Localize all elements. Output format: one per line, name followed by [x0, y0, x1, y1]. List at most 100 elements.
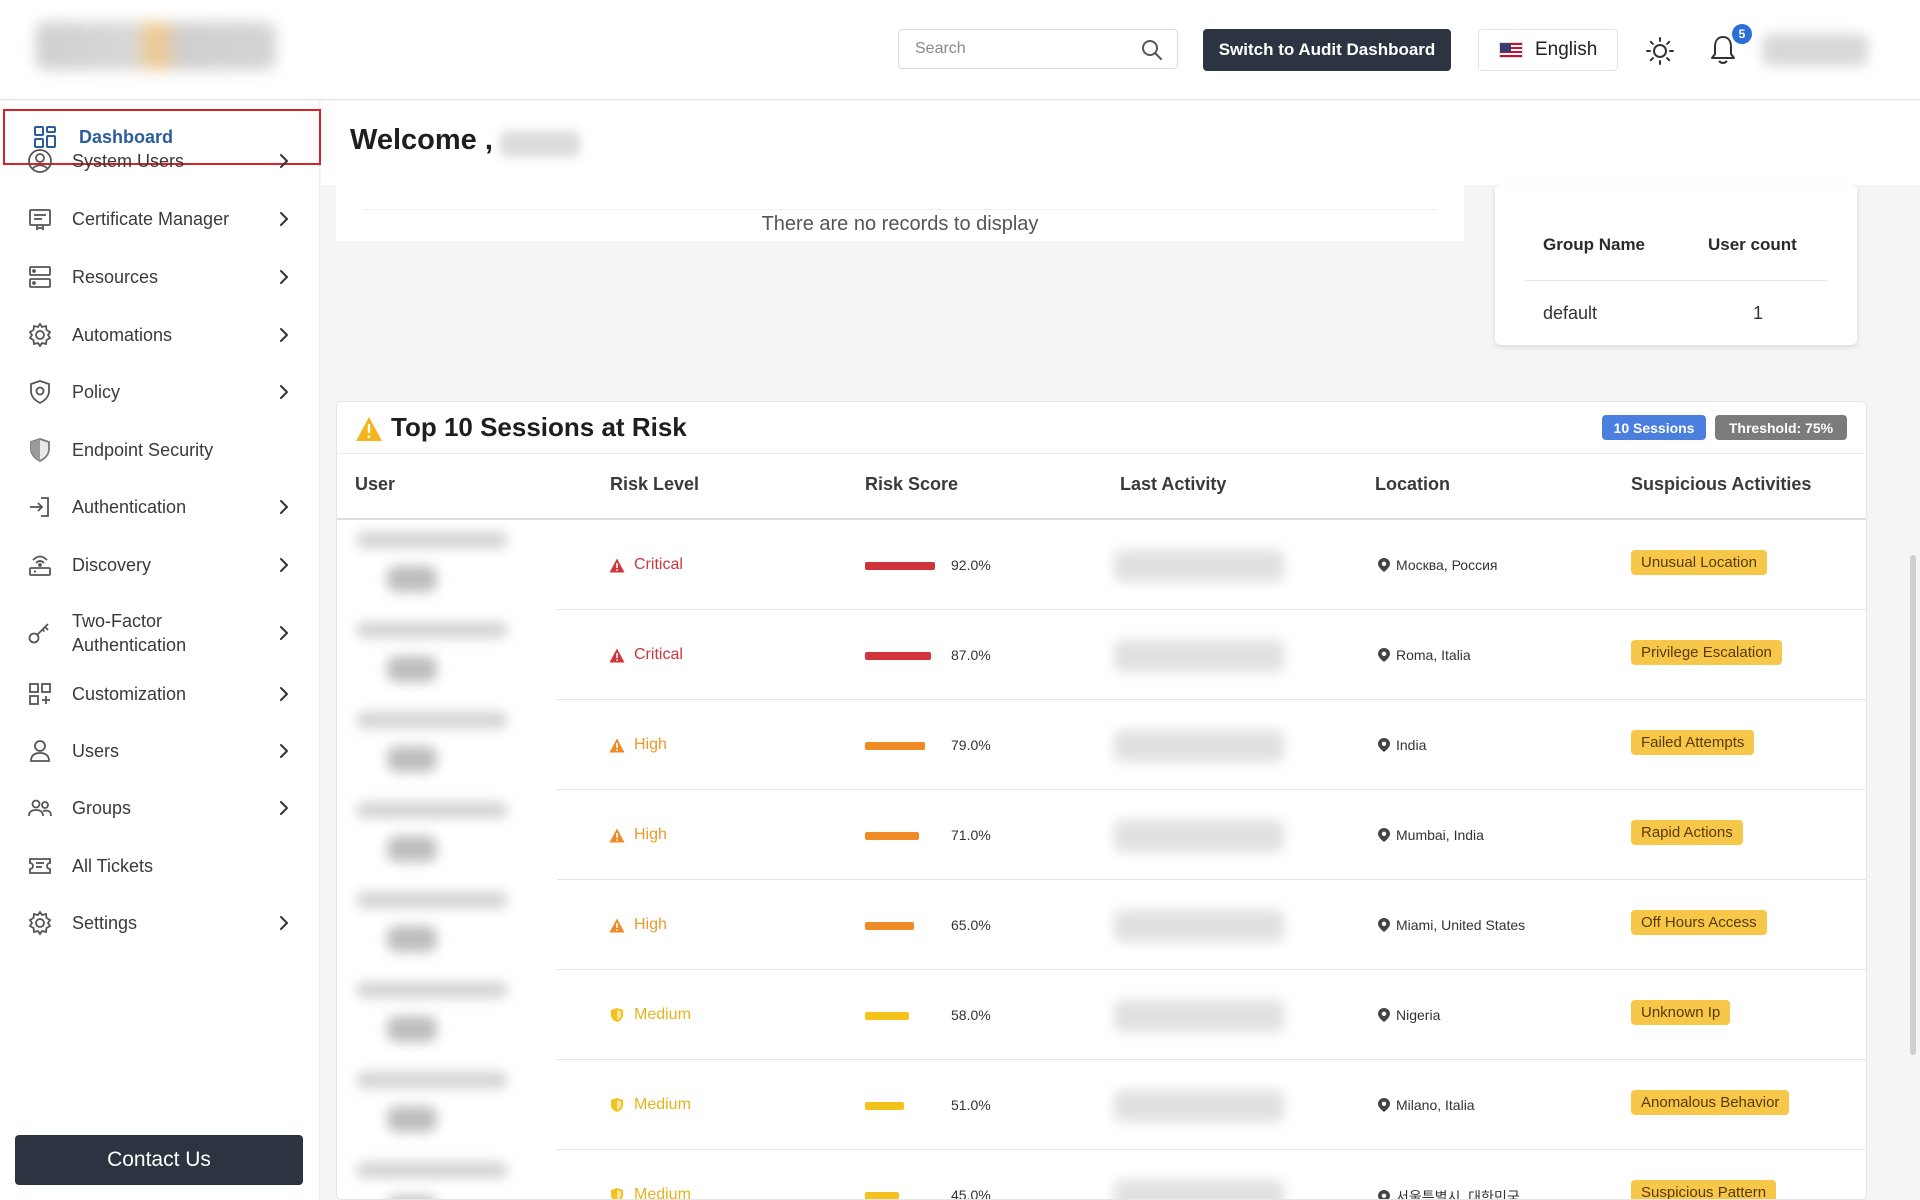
risk-level-label: Medium — [634, 1096, 691, 1113]
table-row[interactable]: Medium 58.0% Nigeria Unknown Ip — [337, 970, 1866, 1060]
user-cell[interactable] — [357, 798, 517, 870]
search-icon[interactable] — [1141, 39, 1163, 66]
shield-icon — [609, 1007, 625, 1023]
chevron-right-icon[interactable] — [276, 269, 292, 285]
user-cell[interactable] — [357, 888, 517, 960]
user-profile-menu[interactable] — [1762, 34, 1868, 66]
location-label: Nigeria — [1396, 1007, 1441, 1023]
table-row[interactable]: Medium 45.0% 서울특별시, 대한민국 Suspicious Pattern — [337, 1150, 1866, 1199]
sidebar-item-authentication[interactable]: Authentication — [0, 485, 320, 529]
table-row[interactable]: Critical 92.0% Москва, Россия Unusual Locat… — [337, 520, 1866, 610]
gear-icon — [26, 321, 54, 349]
last-activity-cell — [1114, 910, 1284, 942]
sidebar-item-customization[interactable]: Customization — [0, 672, 320, 716]
user-cell[interactable] — [357, 1158, 517, 1199]
top-header: Switch to Audit Dashboard English 5 — [0, 0, 1920, 100]
risk-level-label: High — [634, 916, 667, 933]
map-pin-icon — [1378, 1190, 1390, 1199]
grid-plus-icon — [26, 680, 54, 708]
table-row[interactable]: High 71.0% Mumbai, India Rapid Actions — [337, 790, 1866, 880]
sidebar-item-groups[interactable]: Groups — [0, 786, 320, 830]
table-row[interactable]: Critical 87.0% Roma, Italia Privilege Escal… — [337, 610, 1866, 700]
language-selector[interactable]: English — [1478, 29, 1618, 71]
map-pin-icon — [1378, 738, 1390, 752]
chevron-right-icon[interactable] — [276, 625, 292, 641]
chevron-right-icon[interactable] — [276, 211, 292, 227]
warning-icon — [609, 648, 625, 663]
user-cell[interactable] — [357, 708, 517, 780]
last-activity-cell — [1114, 1000, 1284, 1032]
page-scrollbar[interactable] — [1910, 185, 1916, 1195]
column-header-risk-score[interactable]: Risk Score — [865, 474, 958, 495]
chevron-right-icon[interactable] — [276, 915, 292, 931]
chevron-right-icon[interactable] — [276, 153, 292, 169]
user-cell[interactable] — [357, 1068, 517, 1140]
sidebar-item-label: Discovery — [72, 555, 152, 575]
location-label: Москва, Россия — [1396, 557, 1498, 573]
risk-score-value: 71.0% — [951, 827, 991, 843]
switch-audit-dashboard-button[interactable]: Switch to Audit Dashboard — [1203, 29, 1451, 71]
map-pin-icon — [1378, 828, 1390, 842]
sidebar-item-endpoint-security[interactable]: Endpoint Security — [0, 428, 320, 472]
warning-icon — [609, 558, 625, 573]
sidebar-item-resources[interactable]: Resources — [0, 255, 320, 299]
column-header-user[interactable]: User — [355, 474, 395, 495]
column-header-suspicious-activities[interactable]: Suspicious Activities — [1631, 474, 1811, 495]
map-pin-icon — [1378, 648, 1390, 662]
sidebar-item-label: Authentication — [72, 497, 187, 517]
brand-logo[interactable] — [36, 22, 276, 70]
last-activity-cell — [1114, 640, 1284, 672]
location-cell: Milano, Italia — [1378, 1097, 1475, 1113]
map-pin-icon — [1378, 1098, 1390, 1112]
column-header-last-activity[interactable]: Last Activity — [1120, 474, 1226, 495]
user-cell[interactable] — [357, 978, 517, 1050]
location-label: India — [1396, 737, 1427, 753]
chevron-right-icon[interactable] — [276, 557, 292, 573]
sidebar-item-system-users[interactable]: System Users — [0, 139, 320, 183]
search-input[interactable] — [915, 30, 1145, 68]
contact-us-button[interactable]: Contact Us — [15, 1135, 303, 1185]
sidebar-item-discovery[interactable]: Discovery — [0, 543, 320, 587]
certificate-icon — [26, 205, 54, 233]
sidebar-item-certificate-manager[interactable]: Certificate Manager — [0, 197, 320, 241]
theme-toggle-sun-icon[interactable] — [1645, 36, 1675, 71]
chevron-right-icon[interactable] — [276, 800, 292, 816]
settings-icon — [26, 909, 54, 937]
scrollbar-thumb[interactable] — [1910, 555, 1916, 1055]
sidebar-item-all-tickets[interactable]: All Tickets — [0, 844, 320, 888]
user-cell[interactable] — [357, 528, 517, 600]
risk-level-cell: High — [609, 826, 667, 844]
chevron-right-icon[interactable] — [276, 384, 292, 400]
sidebar-item-label: Customization — [72, 684, 187, 704]
table-row[interactable]: High 79.0% India Failed Attempts — [337, 700, 1866, 790]
sidebar-item-two-factor-authentication[interactable]: Two-Factor Authentication — [0, 600, 320, 666]
sidebar-item-automations[interactable]: Automations — [0, 313, 320, 357]
risk-level-cell: Medium — [609, 1096, 691, 1114]
risk-score-bar — [865, 1102, 904, 1110]
chevron-right-icon[interactable] — [276, 499, 292, 515]
ticket-icon — [26, 852, 54, 880]
shield-lock-icon — [26, 378, 54, 406]
user-cell[interactable] — [357, 618, 517, 690]
sidebar-item-label: Certificate Manager — [72, 209, 230, 229]
sessions-count-badge: 10 Sessions — [1602, 415, 1706, 440]
table-row[interactable]: High 65.0% Miami, United States Off Hours A… — [337, 880, 1866, 970]
search-box[interactable] — [898, 29, 1178, 69]
last-activity-cell — [1114, 550, 1284, 582]
risk-score-bar — [865, 742, 926, 750]
risk-score-value: 79.0% — [951, 737, 991, 753]
sidebar-item-users[interactable]: Users — [0, 729, 320, 773]
suspicious-activity-tag: Anomalous Behavior — [1631, 1090, 1790, 1115]
column-header-risk-level[interactable]: Risk Level — [610, 474, 699, 495]
chevron-right-icon[interactable] — [276, 743, 292, 759]
chevron-right-icon[interactable] — [276, 327, 292, 343]
sidebar-item-settings[interactable]: Settings — [0, 901, 320, 945]
warning-icon — [609, 828, 625, 843]
chevron-right-icon[interactable] — [276, 686, 292, 702]
risk-level-cell: Critical — [609, 556, 683, 574]
risk-level-label: Critical — [634, 646, 683, 663]
table-row[interactable]: Medium 51.0% Milano, Italia Anomalous Behav… — [337, 1060, 1866, 1150]
column-header-location[interactable]: Location — [1375, 474, 1450, 495]
risk-level-cell: High — [609, 916, 667, 934]
sidebar-item-policy[interactable]: Policy — [0, 370, 320, 414]
